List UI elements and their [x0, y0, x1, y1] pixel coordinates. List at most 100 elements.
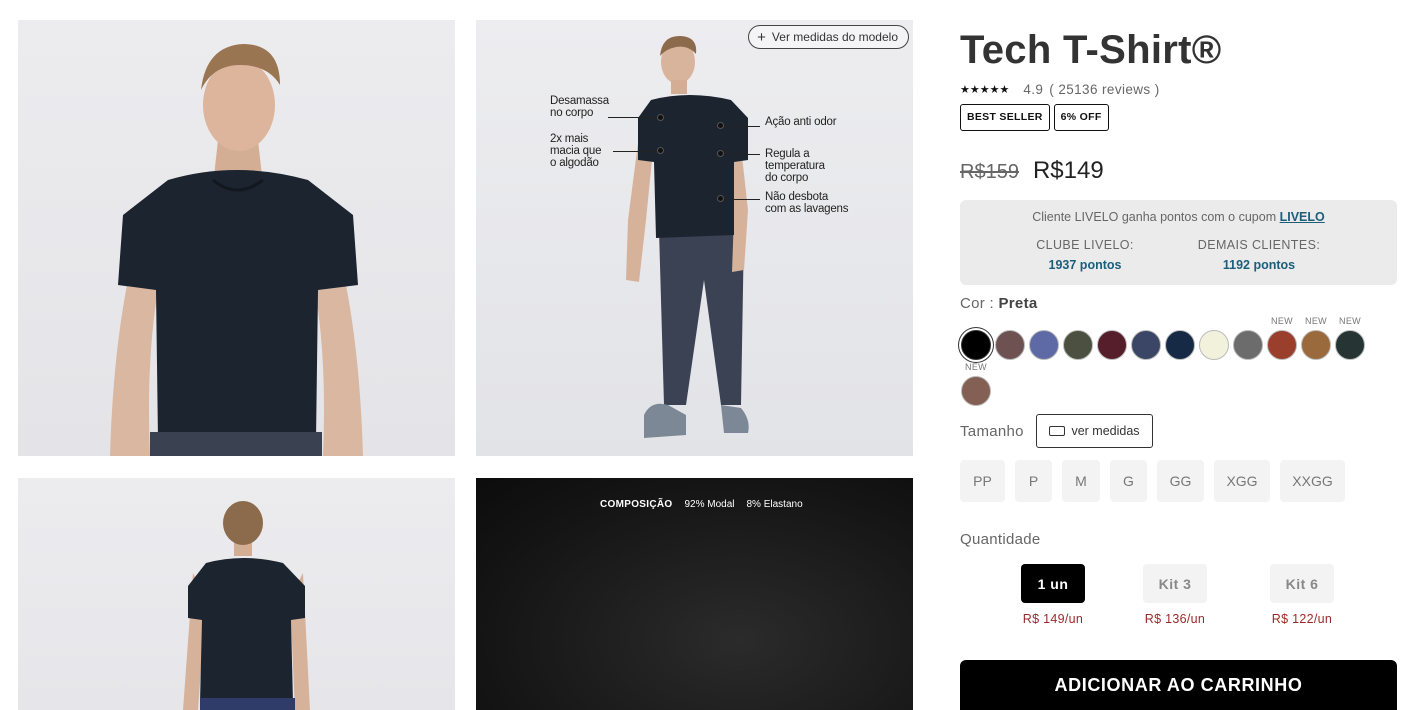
- old-price: R$159: [960, 161, 1019, 183]
- product-image-fabric[interactable]: COMPOSIÇÃO 92% Modal 8% Elastano: [476, 478, 913, 710]
- size-option[interactable]: XGG: [1214, 460, 1270, 502]
- new-tag: NEW: [965, 362, 987, 372]
- annotation-macia: 2x mais macia que o algodão: [550, 133, 602, 169]
- annotation-dot: [717, 195, 724, 202]
- size-option[interactable]: PP: [960, 460, 1005, 502]
- color-swatch-azul-marinho[interactable]: [1164, 316, 1196, 364]
- annotation-desbota: Não desbota com as lavagens: [765, 191, 849, 215]
- size-guide-button[interactable]: ver medidas: [1036, 414, 1153, 448]
- annotation-odor: Ação anti odor: [765, 116, 837, 128]
- color-label-text: Cor :: [960, 295, 999, 312]
- color-swatch-circle[interactable]: [995, 330, 1025, 360]
- product-image-front[interactable]: [18, 20, 455, 456]
- color-swatch-circle[interactable]: [961, 330, 991, 360]
- color-swatch-circle[interactable]: [1233, 330, 1263, 360]
- livelo-message: Cliente LIVELO ganha pontos com o cupom …: [960, 210, 1397, 224]
- size-option[interactable]: XXGG: [1280, 460, 1345, 502]
- current-price: R$149: [1032, 157, 1104, 184]
- color-selected: Preta: [998, 295, 1038, 312]
- color-swatch-circle[interactable]: [1063, 330, 1093, 360]
- color-swatch-azul-lavanda[interactable]: [1028, 316, 1060, 364]
- new-tag: NEW: [1271, 316, 1293, 326]
- star-rating-icon: ★★★★★: [960, 84, 1010, 96]
- annotation-line: [608, 117, 658, 118]
- product-gallery: + Ver medidas do modelo Desamassa no cor…: [18, 20, 914, 710]
- composition-elastano: 8% Elastano: [746, 499, 803, 510]
- livelo-clube: CLUBE LIVELO: 1937 pontos: [1005, 238, 1165, 272]
- new-tag: NEW: [1339, 316, 1361, 326]
- color-swatch-verde-oliva[interactable]: [1062, 316, 1094, 364]
- model-front-illustration: [110, 44, 363, 456]
- annotation-dot: [657, 114, 664, 121]
- color-swatch-circle[interactable]: [1267, 330, 1297, 360]
- annotation-line: [724, 199, 760, 200]
- annotation-line: [724, 154, 760, 155]
- quantity-price-1un: R$ 149/un: [1022, 612, 1084, 626]
- size-label: Tamanho: [960, 423, 1024, 440]
- rating-value: 4.9: [1023, 82, 1044, 97]
- color-swatch-cinza[interactable]: [1232, 316, 1264, 364]
- size-option[interactable]: GG: [1157, 460, 1204, 502]
- rating[interactable]: ★★★★★ 4.9 ( 25136 reviews ): [960, 82, 1160, 97]
- color-swatch-circle[interactable]: [1335, 330, 1365, 360]
- color-swatch-circle[interactable]: [1199, 330, 1229, 360]
- color-swatch-circle[interactable]: [961, 376, 991, 406]
- livelo-box: Cliente LIVELO ganha pontos com o cupom …: [960, 200, 1397, 285]
- annotation-dot: [717, 122, 724, 129]
- livelo-clube-label: CLUBE LIVELO:: [1036, 238, 1134, 252]
- size-guide-label: ver medidas: [1071, 424, 1140, 438]
- size-options: PP P M G GG XGG XXGG: [960, 460, 1345, 502]
- quantity-option-kit3[interactable]: Kit 3: [1143, 564, 1207, 603]
- quantity-option-1un[interactable]: 1 un: [1021, 564, 1085, 603]
- size-option[interactable]: P: [1015, 460, 1052, 502]
- ruler-icon: [1049, 426, 1066, 436]
- color-swatch-vinho[interactable]: [1096, 316, 1128, 364]
- quantity-option-kit6[interactable]: Kit 6: [1270, 564, 1334, 603]
- size-option[interactable]: M: [1062, 460, 1100, 502]
- annotation-line: [724, 126, 760, 127]
- badge-best-seller: BEST SELLER: [960, 104, 1050, 131]
- price-block: R$159 R$149: [960, 157, 1104, 185]
- color-swatch-circle[interactable]: [1165, 330, 1195, 360]
- badges: BEST SELLER 6% OFF: [960, 104, 1109, 131]
- new-tag: NEW: [1305, 316, 1327, 326]
- color-swatch-marrom-claro[interactable]: NEW: [960, 362, 992, 410]
- color-swatch-azul-ardosia[interactable]: [1130, 316, 1162, 364]
- annotation-regula: Regula a temperatura do corpo: [765, 148, 825, 184]
- quantity-price-kit6: R$ 122/un: [1271, 612, 1333, 626]
- quantity-label: Quantidade: [960, 531, 1041, 548]
- product-image-features[interactable]: + Ver medidas do modelo Desamassa no cor…: [476, 20, 913, 456]
- model-measurements-button[interactable]: + Ver medidas do modelo: [748, 25, 909, 49]
- livelo-demais-label: DEMAIS CLIENTES:: [1197, 238, 1321, 252]
- color-swatch-terracota[interactable]: NEW: [1266, 316, 1298, 364]
- color-swatch-verde-escuro[interactable]: NEW: [1334, 316, 1366, 364]
- model-fullbody-illustration: [626, 35, 749, 438]
- model-measurements-label: Ver medidas do modelo: [771, 30, 898, 44]
- color-swatch-marrom-rosado[interactable]: [994, 316, 1026, 364]
- livelo-link[interactable]: LIVELO: [1280, 210, 1325, 224]
- color-swatch-preta[interactable]: [960, 316, 992, 364]
- product-title: Tech T-Shirt®: [960, 28, 1222, 72]
- livelo-clube-value: 1937 pontos: [1048, 258, 1122, 272]
- color-swatch-circle[interactable]: [1029, 330, 1059, 360]
- annotation-dot: [657, 147, 664, 154]
- annotation-desamassa: Desamassa no corpo: [550, 95, 609, 119]
- product-image-back[interactable]: [18, 478, 455, 710]
- composition-label: COMPOSIÇÃO: [600, 499, 673, 510]
- size-option[interactable]: G: [1110, 460, 1147, 502]
- color-swatch-circle[interactable]: [1097, 330, 1127, 360]
- color-swatch-circle[interactable]: [1301, 330, 1331, 360]
- livelo-demais-value: 1192 pontos: [1222, 258, 1296, 272]
- composition-modal: 92% Modal: [684, 499, 735, 510]
- color-swatch-off-white[interactable]: [1198, 316, 1230, 364]
- review-count: ( 25136 reviews ): [1049, 82, 1160, 97]
- color-swatch-circle[interactable]: [1131, 330, 1161, 360]
- model-back-illustration: [183, 501, 310, 710]
- quantity-price-kit3: R$ 136/un: [1144, 612, 1206, 626]
- add-to-cart-button[interactable]: ADICIONAR AO CARRINHO: [960, 660, 1397, 710]
- livelo-demais: DEMAIS CLIENTES: 1192 pontos: [1179, 238, 1339, 272]
- annotation-line: [613, 151, 658, 152]
- annotation-dot: [717, 150, 724, 157]
- color-swatch-caramelo[interactable]: NEW: [1300, 316, 1332, 364]
- plus-icon: +: [757, 28, 766, 46]
